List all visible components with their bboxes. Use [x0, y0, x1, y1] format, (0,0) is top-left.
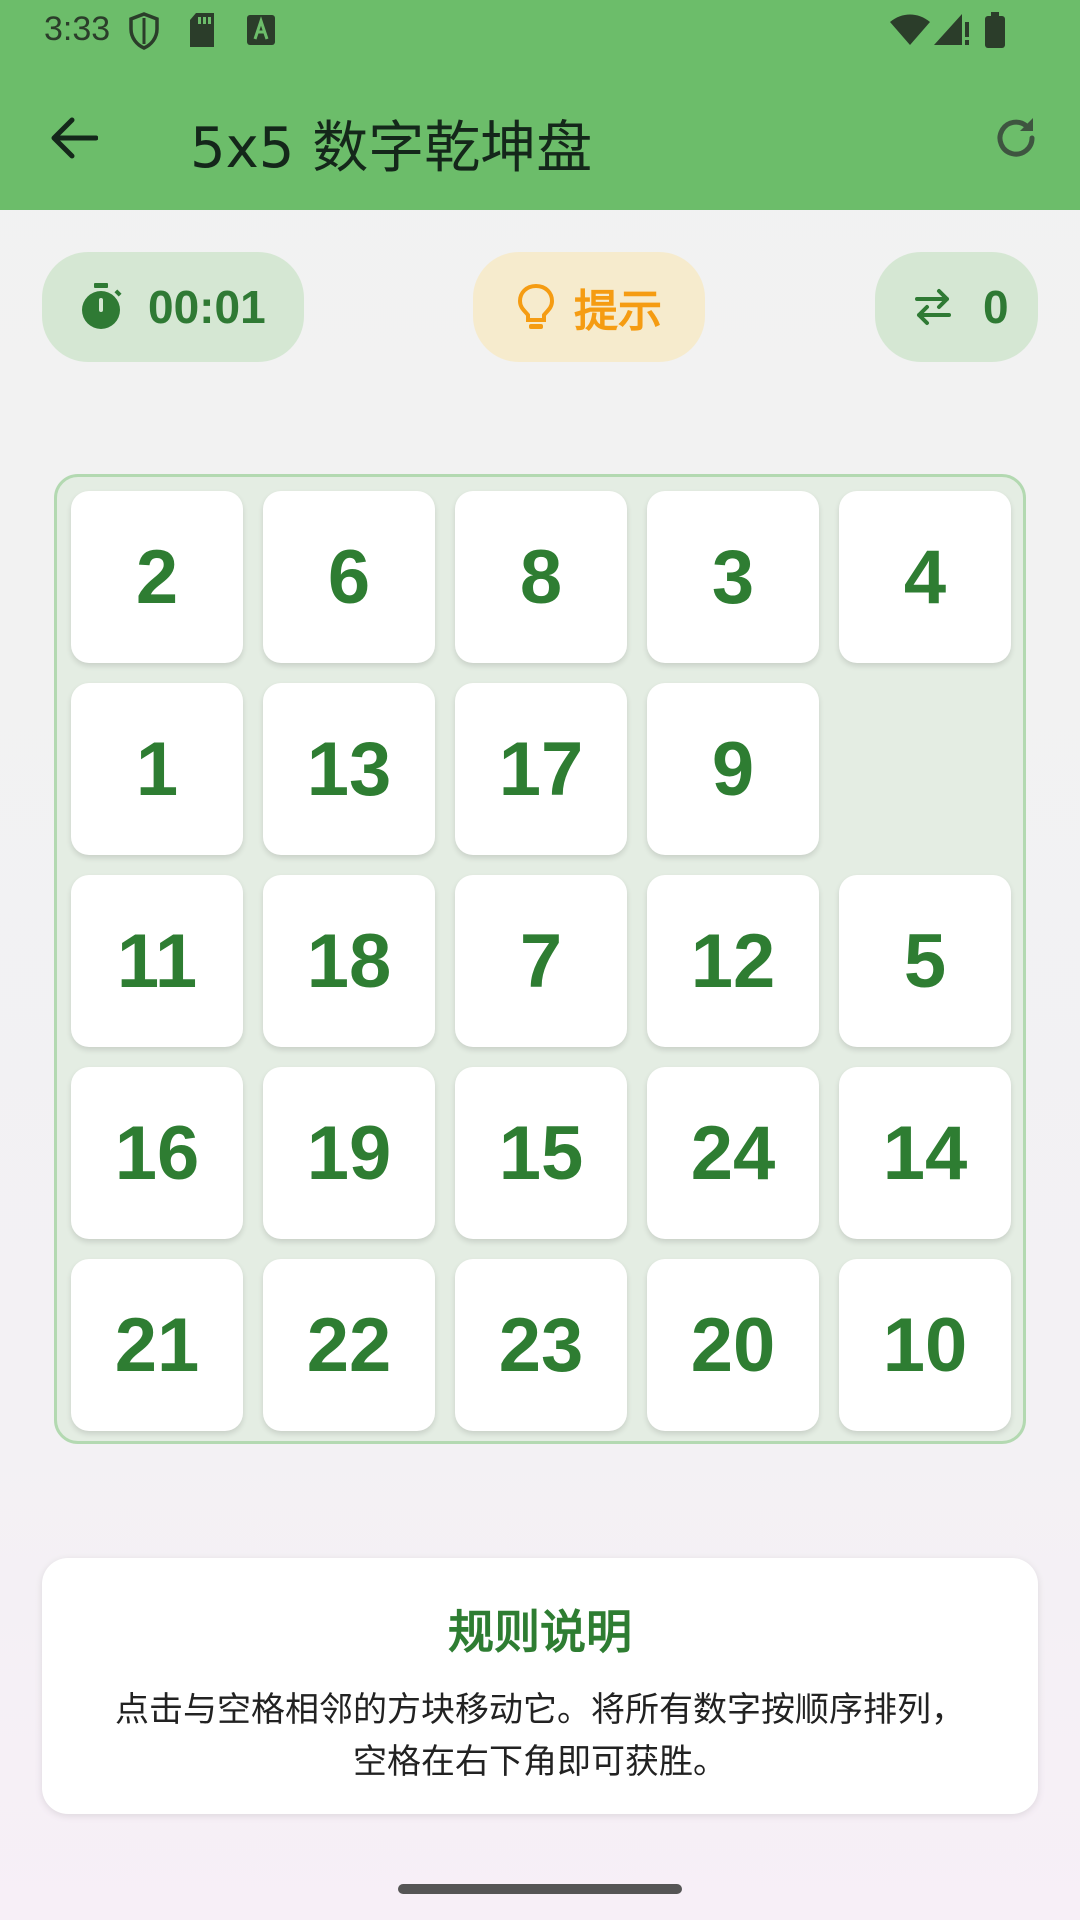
stopwatch-icon: [82, 283, 122, 329]
home-indicator[interactable]: [398, 1884, 682, 1894]
tile[interactable]: 24: [647, 1067, 819, 1239]
status-bar: 3:33: [0, 0, 1080, 62]
hint-button[interactable]: 提示: [473, 252, 705, 362]
timer-badge: 00:01: [42, 252, 304, 362]
tile[interactable]: 16: [71, 1067, 243, 1239]
refresh-button[interactable]: [982, 104, 1050, 172]
moves-count: 0: [983, 281, 1009, 333]
tile[interactable]: 18: [263, 875, 435, 1047]
tile[interactable]: 7: [455, 875, 627, 1047]
empty-cell: [839, 683, 1011, 855]
tile[interactable]: 14: [839, 1067, 1011, 1239]
tile[interactable]: 4: [839, 491, 1011, 663]
rules-card: 规则说明 点击与空格相邻的方块移动它。将所有数字按顺序排列，空格在右下角即可获胜…: [42, 1558, 1038, 1814]
tile[interactable]: 23: [455, 1259, 627, 1431]
rules-title: 规则说明: [448, 1605, 632, 1659]
battery-icon: [984, 12, 1006, 52]
tile[interactable]: 10: [839, 1259, 1011, 1431]
wifi-icon: [890, 14, 930, 50]
tile[interactable]: 12: [647, 875, 819, 1047]
tile[interactable]: 9: [647, 683, 819, 855]
tile[interactable]: 15: [455, 1067, 627, 1239]
tile[interactable]: 6: [263, 491, 435, 663]
tile[interactable]: 22: [263, 1259, 435, 1431]
font-a-icon: [246, 12, 276, 52]
shield-icon: [128, 12, 160, 54]
tile[interactable]: 1: [71, 683, 243, 855]
timer-value: 00:01: [148, 281, 266, 333]
page-title: 5x5 数字乾坤盘: [190, 116, 593, 181]
lightbulb-icon: [517, 283, 555, 329]
tile[interactable]: 17: [455, 683, 627, 855]
sd-card-icon: [188, 12, 216, 52]
arrow-left-icon: [51, 117, 98, 159]
cell-signal-icon: [934, 14, 970, 50]
swap-arrows-icon: [915, 289, 951, 325]
tile[interactable]: 13: [263, 683, 435, 855]
puzzle-board: 2 6 8 3 4 1 13 17 9 11 18 7 12 5 16 19 1…: [54, 474, 1026, 1444]
moves-badge: 0: [875, 252, 1038, 362]
back-button[interactable]: [40, 104, 108, 172]
app-bar: 3:33 5x5 数字乾坤盘: [0, 0, 1080, 210]
tile[interactable]: 3: [647, 491, 819, 663]
tile[interactable]: 2: [71, 491, 243, 663]
tile[interactable]: 19: [263, 1067, 435, 1239]
tile[interactable]: 11: [71, 875, 243, 1047]
hint-label: 提示: [574, 286, 662, 337]
tile[interactable]: 21: [71, 1259, 243, 1431]
tile[interactable]: 5: [839, 875, 1011, 1047]
tile[interactable]: 20: [647, 1259, 819, 1431]
tile[interactable]: 8: [455, 491, 627, 663]
refresh-icon: [997, 118, 1035, 157]
rules-body: 点击与空格相邻的方块移动它。将所有数字按顺序排列，空格在右下角即可获胜。: [115, 1690, 965, 1782]
status-time: 3:33: [44, 10, 111, 48]
